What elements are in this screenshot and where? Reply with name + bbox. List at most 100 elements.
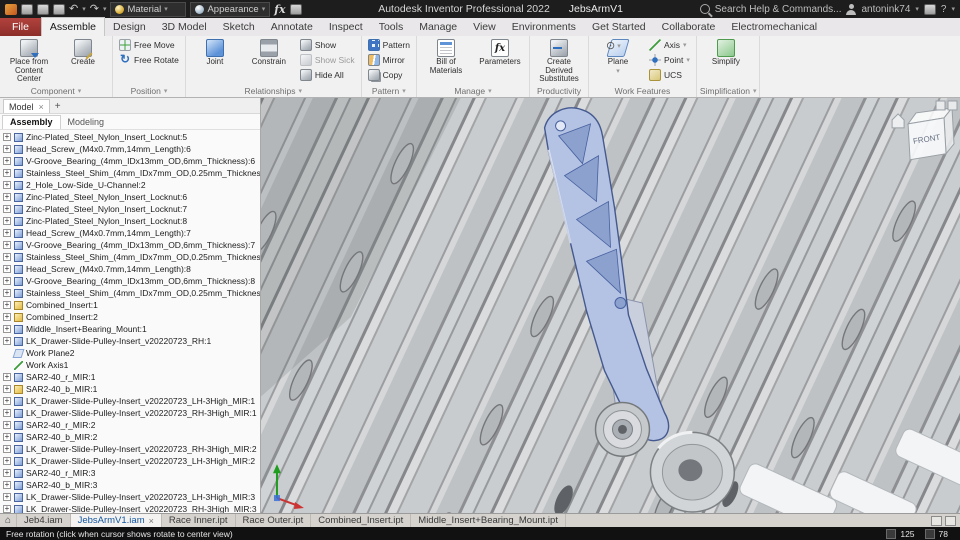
measure-icon[interactable] xyxy=(289,3,302,15)
home-tab-icon[interactable]: ⌂ xyxy=(0,514,17,527)
expander-icon[interactable]: + xyxy=(3,145,11,153)
ribbon-tab-view[interactable]: View xyxy=(465,18,504,36)
doc-tab-race-inner-ipt[interactable]: Race Inner.ipt xyxy=(162,514,236,527)
axis-button[interactable]: Axis ▾ xyxy=(646,37,693,52)
expander-icon[interactable]: + xyxy=(3,229,11,237)
user-dropdown-icon[interactable]: ▾ xyxy=(915,5,919,13)
help-dropdown-icon[interactable]: ▾ xyxy=(951,5,955,13)
tree-item[interactable]: + SAR2-40_r_MIR:3 xyxy=(0,467,260,479)
tree-item[interactable]: + V-Groove_Bearing_(4mm_IDx13mm_OD,6mm_Th… xyxy=(0,275,260,287)
help-search-input[interactable]: Search Help & Commands... xyxy=(715,4,842,15)
doc-tab-jebsarmv1-iam[interactable]: JebsArmV1.iam × xyxy=(70,514,162,527)
show-sick-button[interactable]: Show Sick xyxy=(297,52,358,67)
expander-icon[interactable]: + xyxy=(3,181,11,189)
expander-icon[interactable]: + xyxy=(3,265,11,273)
doc-tab-race-outer-ipt[interactable]: Race Outer.ipt xyxy=(236,514,312,527)
tree-item[interactable]: +2_Hole_Low-Side_U-Channel:2 xyxy=(0,179,260,191)
appearance-combo[interactable]: Appearance ▾ xyxy=(190,1,271,17)
browser-mode-modeling[interactable]: Modeling xyxy=(61,115,112,128)
tree-item[interactable]: Work Plane2 xyxy=(0,347,260,359)
expander-icon[interactable]: + xyxy=(3,445,11,453)
browser-tab-model[interactable]: Model × xyxy=(3,99,50,113)
tree-item[interactable]: + LK_Drawer-Slide-Pulley-Insert_v20220723… xyxy=(0,455,260,467)
new-file-icon[interactable] xyxy=(21,3,33,15)
ribbon-tab-3d-model[interactable]: 3D Model xyxy=(154,18,215,36)
undo-dropdown-icon[interactable]: ▾ xyxy=(82,5,86,13)
point-button[interactable]: Point ▾ xyxy=(646,52,693,67)
tree-item[interactable]: + LK_Drawer-Slide-Pulley-Insert_v20220723… xyxy=(0,395,260,407)
free-move-button[interactable]: Free Move xyxy=(116,37,182,52)
expander-icon[interactable]: + xyxy=(3,409,11,417)
expander-icon[interactable]: + xyxy=(3,421,11,429)
tree-item[interactable]: + V-Groove_Bearing_(4mm_IDx13mm_OD,6mm_Th… xyxy=(0,155,260,167)
switch-windows-icon[interactable] xyxy=(945,515,956,526)
tree-item[interactable]: + Middle_Insert+Bearing_Mount:1 xyxy=(0,323,260,335)
browser-tab-close-icon[interactable]: × xyxy=(39,102,44,112)
constrain-button[interactable]: Constrain xyxy=(243,37,295,68)
tree-item[interactable]: + Stainless_Steel_Shim_(4mm_IDx7mm_OD,0.2… xyxy=(0,167,260,179)
doc-tab-combined-insert-ipt[interactable]: Combined_Insert.ipt xyxy=(311,514,412,527)
free-rotate-button[interactable]: Free Rotate xyxy=(116,52,182,67)
show-button[interactable]: Show xyxy=(297,37,358,52)
create-button[interactable]: Create xyxy=(57,37,109,68)
expander-icon[interactable]: + xyxy=(3,241,11,249)
tree-item[interactable]: + SAR2-40_r_MIR:1 xyxy=(0,371,260,383)
ribbon-group-label-manage[interactable]: Manage ▾ xyxy=(420,84,526,97)
expander-icon[interactable]: + xyxy=(3,157,11,165)
tree-item[interactable]: + Stainless_Steel_Shim_(4mm_IDx7mm_OD,0.2… xyxy=(0,287,260,299)
expander-icon[interactable]: + xyxy=(3,205,11,213)
copy-button[interactable]: Copy xyxy=(365,67,413,82)
tree-item[interactable]: + SAR2-40_b_MIR:2 xyxy=(0,431,260,443)
save-icon[interactable] xyxy=(53,3,65,15)
expander-icon[interactable]: + xyxy=(3,373,11,381)
expander-icon[interactable]: + xyxy=(3,457,11,465)
tree-item[interactable]: + LK_Drawer-Slide-Pulley-Insert_v20220723… xyxy=(0,443,260,455)
ribbon-tab-inspect[interactable]: Inspect xyxy=(321,18,371,36)
ribbon-tab-file[interactable]: File xyxy=(0,18,41,36)
mirror-button[interactable]: Mirror xyxy=(365,52,413,67)
redo-dropdown-icon[interactable]: ▾ xyxy=(103,5,107,13)
expander-icon[interactable]: + xyxy=(3,433,11,441)
tree-item[interactable]: + Head_Screw_(M4x0.7mm,14mm_Length):6 xyxy=(0,143,260,155)
redo-icon[interactable]: ↷ xyxy=(90,3,99,15)
browser-add-panel-button[interactable]: + xyxy=(55,101,61,113)
ribbon-group-label-simplification[interactable]: Simplification ▾ xyxy=(700,84,757,97)
ribbon-group-label-productivity[interactable]: Productivity xyxy=(533,85,585,98)
tree-item[interactable]: + Zinc-Plated_Steel_Nylon_Insert_Locknut:… xyxy=(0,203,260,215)
ribbon-group-label-component[interactable]: Component ▾ xyxy=(3,85,109,98)
expander-icon[interactable]: + xyxy=(3,289,11,297)
fx-parameters-icon[interactable]: fx xyxy=(274,3,285,16)
material-combo[interactable]: Material ▾ xyxy=(110,1,187,17)
expander-icon[interactable]: + xyxy=(3,325,11,333)
ucs-button[interactable]: UCS xyxy=(646,67,693,82)
tree-item[interactable]: + Head_Screw_(M4x0.7mm,14mm_Length):7 xyxy=(0,227,260,239)
expander-icon[interactable]: + xyxy=(3,481,11,489)
ribbon-tab-design[interactable]: Design xyxy=(105,18,154,36)
cylinder-bearing[interactable] xyxy=(649,430,736,513)
ribbon-tab-collaborate[interactable]: Collaborate xyxy=(654,18,724,36)
expander-icon[interactable]: + xyxy=(3,337,11,345)
signed-in-user[interactable]: antonink74 xyxy=(861,4,910,15)
ribbon-tab-sketch[interactable]: Sketch xyxy=(215,18,263,36)
tree-item[interactable]: + SAR2-40_r_MIR:2 xyxy=(0,419,260,431)
ribbon-tab-environments[interactable]: Environments xyxy=(504,18,584,36)
create-derived-substitutes-button[interactable]: Create Derived Substitutes xyxy=(533,37,585,85)
place-from-content-center-button[interactable]: Place from Content Center xyxy=(3,37,55,85)
ribbon-tab-tools[interactable]: Tools xyxy=(371,18,412,36)
ribbon-tab-manage[interactable]: Manage xyxy=(411,18,465,36)
expander-icon[interactable]: + xyxy=(3,505,11,513)
ribbon-tab-annotate[interactable]: Annotate xyxy=(263,18,321,36)
expander-icon[interactable]: + xyxy=(3,133,11,141)
doc-tab-jeb4-iam[interactable]: Jeb4.iam xyxy=(17,514,71,527)
ribbon-group-label-work-features[interactable]: Work Features xyxy=(592,84,693,97)
expander-icon[interactable]: + xyxy=(3,397,11,405)
parameters-button[interactable]: Parameters xyxy=(474,37,526,68)
expander-icon[interactable]: + xyxy=(3,217,11,225)
tree-item[interactable]: + Combined_Insert:1 xyxy=(0,299,260,311)
expander-icon[interactable]: + xyxy=(3,193,11,201)
expander-icon[interactable]: + xyxy=(3,277,11,285)
store-icon[interactable] xyxy=(923,3,936,15)
arrange-windows-icon[interactable] xyxy=(931,515,942,526)
tree-item[interactable]: + LK_Drawer-Slide-Pulley-Insert_v20220723… xyxy=(0,491,260,503)
tree-item[interactable]: + LK_Drawer-Slide-Pulley-Insert_v20220723… xyxy=(0,503,260,513)
